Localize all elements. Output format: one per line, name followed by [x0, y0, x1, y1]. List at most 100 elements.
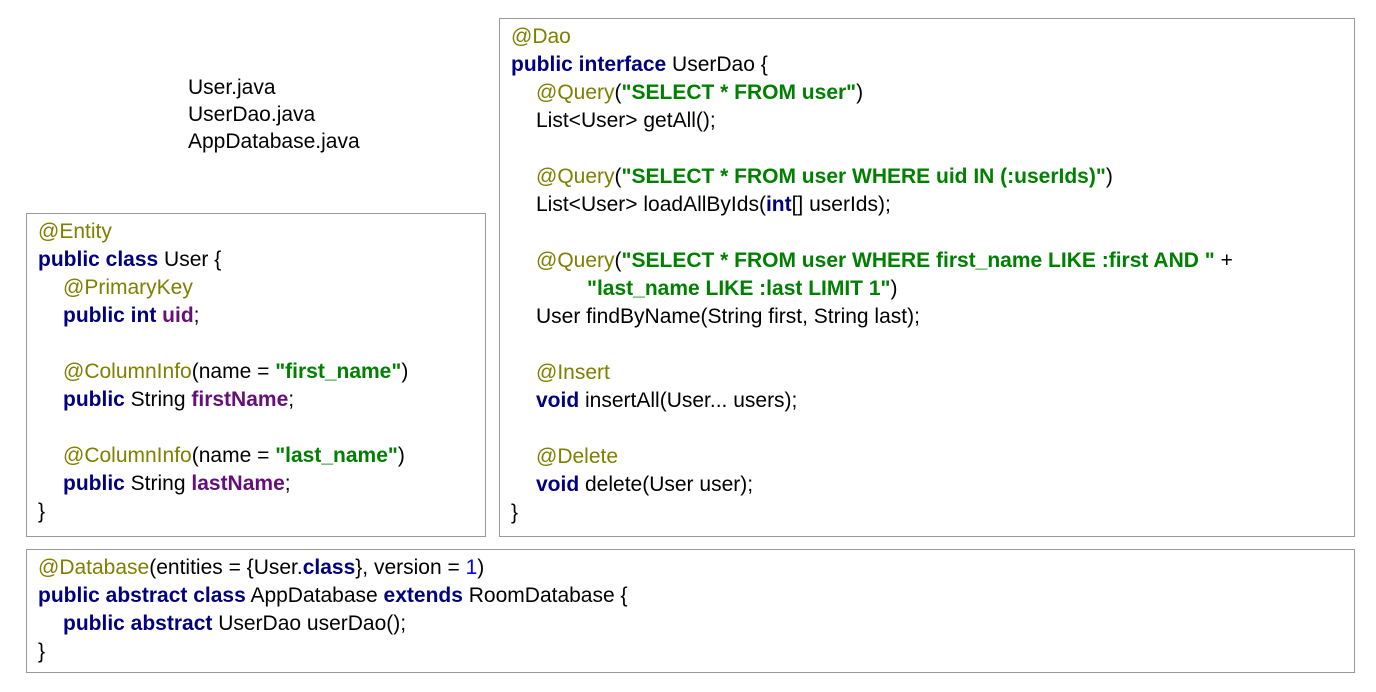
code-text: } — [511, 501, 519, 524]
code-text: } — [38, 640, 46, 663]
number-literal: 1 — [465, 556, 478, 579]
code-text: ; — [288, 388, 295, 411]
code-text: ; — [284, 472, 291, 495]
annotation: @ColumnInfo — [63, 444, 192, 467]
code-line: List<User> getAll(); — [511, 107, 1354, 135]
annotation: @Delete — [536, 445, 619, 468]
code-text: ( — [614, 249, 622, 272]
annotation: @Query — [536, 81, 615, 104]
keyword: void — [536, 473, 580, 496]
field-name: firstName — [191, 388, 289, 411]
code-text: List<User> loadAllByIds( — [536, 193, 766, 216]
file-name-userdao: UserDao.java — [188, 103, 316, 126]
keyword: public — [63, 472, 125, 495]
code-text: }, version = — [355, 556, 466, 579]
user-code-block: @Entity public class User { @PrimaryKey … — [26, 213, 486, 537]
code-line: } — [511, 499, 1354, 527]
code-line: User findByName(String first, String las… — [511, 303, 1354, 331]
code-text: ) — [401, 360, 409, 383]
code-line: public abstract class AppDatabase extend… — [38, 582, 1354, 610]
code-text: [] userIds); — [791, 193, 891, 216]
code-text: ) — [397, 444, 405, 467]
code-text: delete(User user); — [579, 473, 754, 496]
field-name: lastName — [191, 472, 285, 495]
code-text: ) — [890, 277, 898, 300]
keyword: public abstract class — [38, 584, 246, 607]
code-text: (name = — [191, 360, 276, 383]
code-text: UserDao { — [666, 53, 768, 76]
code-line: @Query("SELECT * FROM user WHERE uid IN … — [511, 163, 1354, 191]
annotation: @PrimaryKey — [63, 276, 193, 299]
code-line: @PrimaryKey — [38, 274, 485, 302]
string-literal: "SELECT * FROM user WHERE uid IN (:userI… — [621, 165, 1106, 188]
code-text: AppDatabase — [245, 584, 384, 607]
field-name: uid — [162, 304, 194, 327]
keyword: public interface — [511, 53, 667, 76]
code-text: ) — [477, 556, 485, 579]
appdatabase-code-block: @Database(entities = {User.class}, versi… — [26, 549, 1355, 673]
code-line: public interface UserDao { — [511, 51, 1354, 79]
code-text: ; — [193, 304, 200, 327]
code-line: public class User { — [38, 246, 485, 274]
string-literal: "SELECT * FROM user WHERE first_name LIK… — [621, 249, 1215, 272]
code-line: public String firstName; — [38, 386, 485, 414]
code-text: + — [1214, 249, 1233, 272]
code-text: ) — [856, 81, 864, 104]
annotation: @Query — [536, 165, 615, 188]
code-text: String — [124, 472, 192, 495]
annotation: @Insert — [536, 361, 610, 384]
code-line: @ColumnInfo(name = "last_name") — [38, 442, 485, 470]
code-text: User findByName(String first, String las… — [536, 305, 920, 328]
file-name-user: User.java — [188, 76, 276, 99]
code-line: @Delete — [511, 443, 1354, 471]
string-literal: "first_name" — [275, 360, 402, 383]
code-text: ( — [614, 81, 622, 104]
file-list: User.java UserDao.java AppDatabase.java — [188, 74, 360, 155]
keyword: public int — [63, 304, 157, 327]
code-text: } — [38, 500, 46, 523]
annotation: @Dao — [511, 25, 571, 48]
code-text: (name = — [191, 444, 276, 467]
code-line: void insertAll(User... users); — [511, 387, 1354, 415]
string-literal: "last_name" — [275, 444, 398, 467]
code-line: public abstract UserDao userDao(); — [38, 610, 1354, 638]
code-line: @ColumnInfo(name = "first_name") — [38, 358, 485, 386]
code-line: List<User> loadAllByIds(int[] userIds); — [511, 191, 1354, 219]
code-line: public String lastName; — [38, 470, 485, 498]
file-name-appdatabase: AppDatabase.java — [188, 130, 360, 153]
string-literal: "SELECT * FROM user" — [621, 81, 857, 104]
string-literal: "last_name LIKE :last LIMIT 1" — [587, 277, 891, 300]
keyword: class — [302, 556, 356, 579]
keyword: void — [536, 389, 580, 412]
code-line: } — [38, 498, 485, 526]
annotation: @ColumnInfo — [63, 360, 192, 383]
annotation: @Query — [536, 249, 615, 272]
code-text: ( — [614, 165, 622, 188]
keyword: public class — [38, 248, 159, 271]
code-text: List<User> getAll(); — [536, 109, 716, 132]
code-line: "last_name LIKE :last LIMIT 1") — [511, 275, 1354, 303]
keyword: int — [765, 193, 792, 216]
code-line: public int uid; — [38, 302, 485, 330]
code-text: (entities = {User. — [149, 556, 303, 579]
code-line: @Dao — [511, 23, 1354, 51]
keyword: public abstract — [63, 612, 213, 635]
code-line: void delete(User user); — [511, 471, 1354, 499]
code-text: UserDao userDao(); — [212, 612, 407, 635]
annotation: @Entity — [38, 220, 112, 243]
code-line: @Query("SELECT * FROM user WHERE first_n… — [511, 247, 1354, 275]
code-line: @Entity — [38, 218, 485, 246]
code-line: @Database(entities = {User.class}, versi… — [38, 554, 1354, 582]
code-text: insertAll(User... users); — [579, 389, 798, 412]
code-text: String — [124, 388, 192, 411]
annotation: @Database — [38, 556, 150, 579]
code-line: @Query("SELECT * FROM user") — [511, 79, 1354, 107]
userdao-code-block: @Dao public interface UserDao { @Query("… — [499, 18, 1355, 537]
code-line: @Insert — [511, 359, 1354, 387]
keyword: public — [63, 388, 125, 411]
code-line: } — [38, 638, 1354, 666]
code-text: ) — [1105, 165, 1113, 188]
code-text: User { — [158, 248, 222, 271]
keyword: extends — [383, 584, 463, 607]
code-text: RoomDatabase { — [462, 584, 628, 607]
